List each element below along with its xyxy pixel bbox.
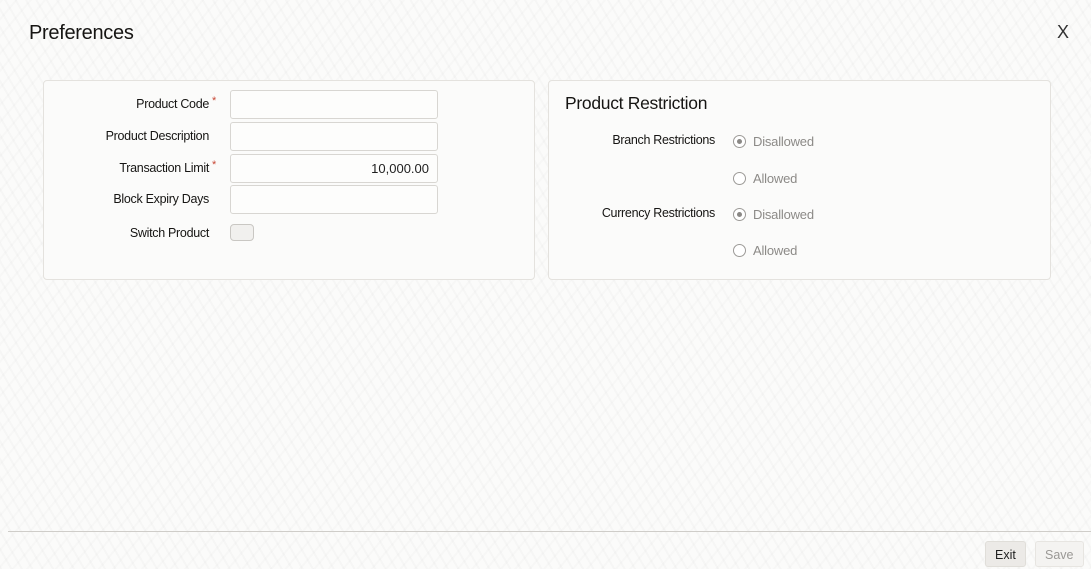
- transaction-limit-label: Transaction Limit *: [119, 159, 216, 175]
- product-restriction-panel: Product Restriction Branch Restrictions …: [548, 80, 1051, 280]
- branch-disallowed-label: Disallowed: [753, 134, 814, 149]
- product-description-label: Product Description: [105, 129, 210, 143]
- radio-selected-icon[interactable]: [733, 135, 746, 148]
- preferences-panel: Product Code * Product Description Transa…: [43, 80, 535, 280]
- currency-allowed-label: Allowed: [753, 243, 798, 258]
- branch-restrictions-label: Branch Restrictions: [612, 133, 715, 147]
- currency-disallowed-label: Disallowed: [753, 207, 814, 222]
- product-description-field[interactable]: [230, 122, 438, 151]
- block-expiry-days-label: Block Expiry Days: [113, 192, 209, 206]
- footer-divider: [8, 531, 1091, 532]
- branch-allowed-radio[interactable]: Allowed: [733, 171, 797, 186]
- page-title: Preferences: [29, 22, 134, 44]
- currency-restrictions-label: Currency Restrictions: [601, 206, 715, 220]
- product-code-label-text: Product Code: [136, 97, 210, 111]
- currency-disallowed-radio[interactable]: Disallowed: [733, 207, 814, 222]
- branch-disallowed-radio[interactable]: Disallowed: [733, 134, 814, 149]
- currency-allowed-radio[interactable]: Allowed: [733, 243, 797, 258]
- product-code-field[interactable]: [230, 90, 438, 119]
- close-icon[interactable]: X: [1057, 22, 1069, 42]
- radio-unselected-icon[interactable]: [733, 244, 746, 257]
- required-marker: *: [212, 159, 216, 171]
- switch-product-label: Switch Product: [129, 226, 209, 240]
- transaction-limit-label-text: Transaction Limit: [119, 161, 210, 175]
- product-code-label: Product Code *: [136, 95, 216, 111]
- save-button[interactable]: Save: [1035, 541, 1084, 567]
- required-marker: *: [212, 95, 216, 107]
- radio-unselected-icon[interactable]: [733, 172, 746, 185]
- switch-product-toggle[interactable]: [230, 224, 254, 241]
- block-expiry-days-field[interactable]: [230, 185, 438, 214]
- exit-button[interactable]: Exit: [985, 541, 1026, 567]
- transaction-limit-field[interactable]: 10,000.00: [230, 154, 438, 183]
- branch-allowed-label: Allowed: [753, 171, 798, 186]
- product-restriction-title: Product Restriction: [565, 93, 708, 113]
- radio-selected-icon[interactable]: [733, 208, 746, 221]
